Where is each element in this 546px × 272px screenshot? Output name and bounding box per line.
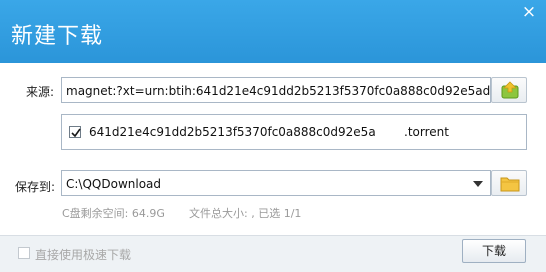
- speed-download-label: 直接使用极速下载: [35, 248, 132, 262]
- add-torrent-icon: [501, 81, 519, 99]
- checkmark-icon: [71, 128, 81, 138]
- chevron-down-icon: [473, 181, 483, 187]
- save-label: 保存到:: [15, 180, 56, 194]
- title-bar: 新建下载 ×: [0, 0, 546, 63]
- add-torrent-button[interactable]: [491, 77, 527, 103]
- save-path-select[interactable]: C:\QQDownload: [61, 170, 491, 196]
- file-name-part1: 641d21e4c91dd2b5213f5370fc0a888c0d92e5a: [89, 125, 376, 139]
- speed-download-checkbox[interactable]: [18, 247, 30, 259]
- window-title: 新建下载: [11, 24, 104, 49]
- free-space-text: C盘剩余空间: 64.9G: [62, 207, 165, 220]
- source-label: 来源:: [26, 85, 55, 99]
- file-list: 641d21e4c91dd2b5213f5370fc0a888c0d92e5a …: [61, 114, 527, 150]
- folder-icon: [500, 177, 520, 192]
- source-url-text: magnet:?xt=urn:btih:641d21e4c91dd2b5213f…: [66, 84, 491, 98]
- close-icon[interactable]: ×: [520, 3, 538, 21]
- download-button[interactable]: 下载: [462, 239, 526, 263]
- file-summary-text: 文件总大小: , 已选 1/1: [189, 207, 302, 220]
- dialog-body: 来源: magnet:?xt=urn:btih:641d21e4c91dd2b5…: [0, 63, 546, 235]
- file-checkbox[interactable]: [69, 126, 81, 138]
- save-path-text: C:\QQDownload: [66, 177, 162, 191]
- browse-folder-button[interactable]: [491, 170, 527, 196]
- source-url-input[interactable]: magnet:?xt=urn:btih:641d21e4c91dd2b5213f…: [61, 77, 491, 103]
- file-name-part2: .torrent: [404, 125, 449, 139]
